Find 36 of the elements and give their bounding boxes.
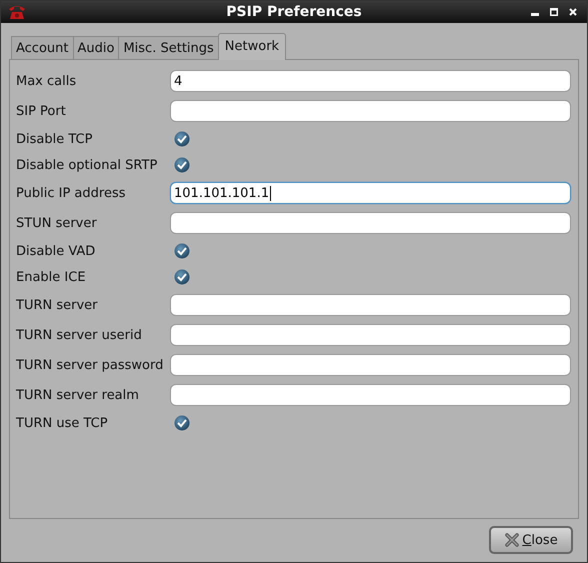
tab[interactable]: Misc. Settings bbox=[118, 36, 219, 59]
phone-icon bbox=[7, 4, 27, 20]
input-field[interactable] bbox=[170, 212, 571, 234]
field-label: Enable ICE bbox=[16, 270, 87, 284]
field-label: Public IP address bbox=[16, 186, 126, 200]
field-label: Max calls bbox=[16, 74, 78, 88]
field-label: SIP Port bbox=[16, 104, 67, 118]
input-field[interactable] bbox=[170, 354, 571, 376]
field-label: TURN server realm bbox=[16, 388, 140, 402]
field-label: TURN server userid bbox=[16, 328, 143, 342]
field-label: STUN server bbox=[16, 216, 98, 230]
input-field[interactable] bbox=[170, 384, 571, 406]
input-field[interactable]: 4 bbox=[170, 70, 571, 92]
checkbox[interactable] bbox=[174, 269, 190, 285]
checkbox[interactable] bbox=[174, 415, 190, 431]
close-button[interactable]: Close bbox=[489, 526, 573, 554]
window-title: PSIP Preferences bbox=[226, 4, 362, 20]
checkbox[interactable] bbox=[174, 243, 190, 259]
input-field[interactable] bbox=[170, 294, 571, 316]
field-label: TURN use TCP bbox=[16, 416, 109, 430]
close-icon[interactable] bbox=[569, 8, 577, 16]
field-label: Disable optional SRTP bbox=[16, 158, 158, 172]
field-label: TURN server bbox=[16, 298, 98, 312]
tab[interactable]: Account bbox=[11, 36, 74, 59]
close-icon bbox=[504, 532, 520, 548]
input-field[interactable] bbox=[170, 324, 571, 346]
field-label: Disable TCP bbox=[16, 132, 94, 146]
checkbox[interactable] bbox=[174, 131, 190, 147]
maximize-icon[interactable] bbox=[550, 8, 558, 16]
input-field[interactable]: 101.101.101.1 bbox=[170, 182, 571, 204]
tab[interactable]: Audio bbox=[72, 36, 120, 59]
input-field[interactable] bbox=[170, 100, 571, 122]
field-label: TURN server password bbox=[16, 358, 164, 372]
checkbox[interactable] bbox=[174, 157, 190, 173]
field-label: Disable VAD bbox=[16, 244, 96, 258]
tab[interactable]: Network bbox=[218, 33, 286, 60]
